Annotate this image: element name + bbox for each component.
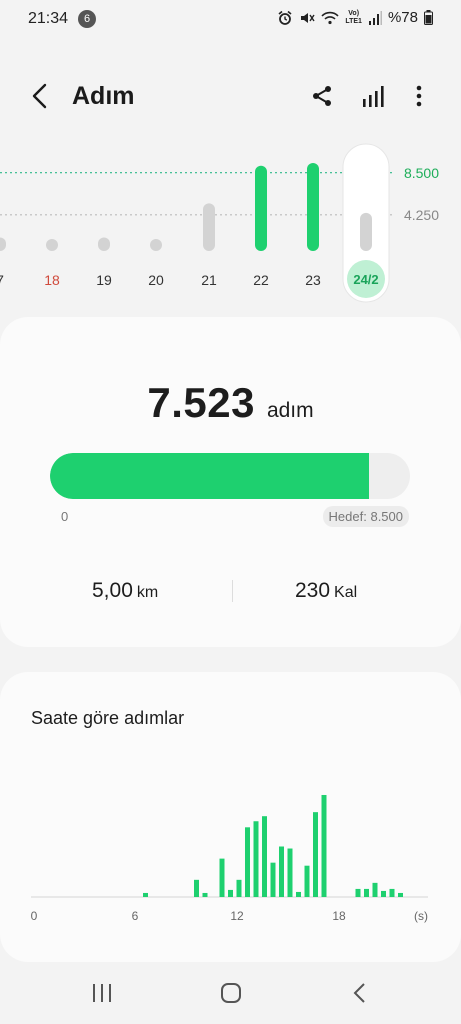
- day-bar[interactable]: [98, 237, 110, 251]
- goal-progress-bar: [50, 453, 410, 499]
- status-icons: Vo) LTE1 %78: [277, 9, 433, 26]
- back-nav-icon: [353, 983, 365, 1003]
- hourly-steps-card[interactable]: Saate göre adımlar 0 6 12 18 (s): [0, 672, 461, 962]
- daily-summary-card: 7.523 adım 0 Hedef: 8.500 5,00 km 230 Kal: [0, 317, 461, 647]
- status-time: 21:34: [28, 10, 69, 27]
- hourly-tick-label: 12: [230, 909, 244, 923]
- app-header: Adım: [0, 70, 461, 122]
- calories-unit: Kal: [334, 584, 358, 601]
- hourly-bar: [389, 888, 395, 897]
- hourly-tick-label: 6: [132, 909, 139, 923]
- volte-label: Vo) LTE1: [345, 10, 362, 26]
- page-title: Adım: [72, 82, 135, 110]
- distance-value: 5,00: [92, 579, 133, 602]
- selected-day-bar[interactable]: [360, 212, 372, 251]
- goal-progress-fill: [50, 453, 369, 499]
- hourly-bar: [364, 888, 369, 897]
- hourly-bar: [270, 862, 276, 897]
- hourly-tick-label: 0: [31, 909, 38, 923]
- day-label[interactable]: 23: [305, 272, 321, 288]
- steps-count: 7.523: [147, 379, 255, 426]
- hourly-bar: [372, 882, 378, 897]
- volte-label-top: Vo): [348, 9, 360, 17]
- day-label[interactable]: 19: [96, 272, 112, 288]
- more-options-button[interactable]: [403, 80, 435, 112]
- goal-label: 8.500: [403, 164, 439, 181]
- hourly-title: Saate göre adımlar: [31, 708, 185, 728]
- hourly-steps-chart: 0 6 12 18 (s): [31, 794, 428, 923]
- distance-stat: 5,00 km: [92, 579, 158, 603]
- signal-icon: [368, 10, 382, 25]
- calories-value: 230: [295, 579, 331, 602]
- home-icon: [221, 983, 241, 1003]
- hourly-bar: [304, 865, 310, 897]
- progress-min-label: 0: [61, 509, 69, 524]
- day-bar[interactable]: [150, 239, 162, 251]
- battery-level: %78: [387, 9, 418, 26]
- hourly-bar: [194, 879, 199, 897]
- day-label[interactable]: 22: [253, 272, 269, 288]
- recent-apps-icon: [93, 984, 111, 1002]
- distance-unit: km: [136, 584, 159, 601]
- hourly-bar: [321, 794, 327, 897]
- hourly-bar: [262, 816, 267, 897]
- hourly-bar: [245, 827, 250, 897]
- hourly-bar: [279, 846, 284, 897]
- day-bar[interactable]: [0, 237, 6, 251]
- wifi-icon: [321, 10, 339, 26]
- hourly-tick-label: (s): [414, 909, 428, 923]
- home-button[interactable]: [211, 978, 251, 1008]
- hourly-bar: [202, 892, 208, 897]
- steps-row: 7.523 adım: [0, 379, 461, 427]
- selected-day-label[interactable]: 24/2: [353, 272, 378, 287]
- day-label[interactable]: 7: [0, 272, 4, 288]
- day-label[interactable]: 20: [148, 272, 164, 288]
- share-button[interactable]: [306, 80, 338, 112]
- notification-count-badge: 6: [78, 10, 96, 28]
- statistics-button[interactable]: [357, 80, 389, 112]
- bar-chart-icon: [363, 86, 384, 107]
- share-icon: [313, 86, 331, 106]
- calories-stat: 230 Kal: [295, 579, 357, 603]
- status-bar: 21:34 6 Vo) LTE1 %78: [0, 0, 461, 40]
- hourly-bar: [287, 848, 293, 897]
- day-bar[interactable]: [307, 163, 319, 251]
- back-nav-button[interactable]: [340, 978, 380, 1008]
- hourly-bar: [313, 812, 318, 897]
- hourly-bar: [236, 879, 242, 897]
- day-label[interactable]: 21: [201, 272, 217, 288]
- weekly-chart-svg: 7 18 19 20 21 22 23 24/2: [0, 143, 395, 303]
- recent-apps-button[interactable]: [82, 978, 122, 1008]
- battery-icon: [424, 10, 433, 25]
- day-bar[interactable]: [255, 165, 267, 251]
- more-vert-icon: [416, 85, 422, 107]
- hourly-tick-label: 18: [332, 909, 346, 923]
- day-bar[interactable]: [203, 203, 215, 251]
- hourly-bar: [398, 892, 403, 897]
- back-button[interactable]: [24, 80, 56, 112]
- mute-icon: [299, 10, 315, 26]
- day-label[interactable]: 18: [44, 272, 60, 288]
- hourly-bar: [219, 858, 225, 897]
- hourly-bar: [143, 892, 148, 897]
- hourly-bar: [296, 891, 301, 897]
- hourly-bar: [253, 821, 259, 897]
- weekly-steps-chart: 7 18 19 20 21 22 23 24/2 8.500 4.250: [0, 140, 461, 310]
- day-bar[interactable]: [46, 239, 58, 251]
- back-icon: [32, 83, 47, 109]
- progress-goal-label: Hedef: 8.500: [322, 506, 409, 527]
- hourly-bar: [381, 890, 386, 897]
- navigation-bar: [0, 962, 461, 1024]
- hourly-bar: [228, 889, 233, 897]
- alarm-icon: [277, 10, 293, 26]
- hourly-bar: [355, 888, 361, 897]
- steps-unit: adım: [266, 399, 314, 422]
- stat-divider: [232, 580, 233, 602]
- half-goal-label: 4.250: [403, 206, 439, 223]
- volte-label-bottom: LTE1: [345, 17, 362, 25]
